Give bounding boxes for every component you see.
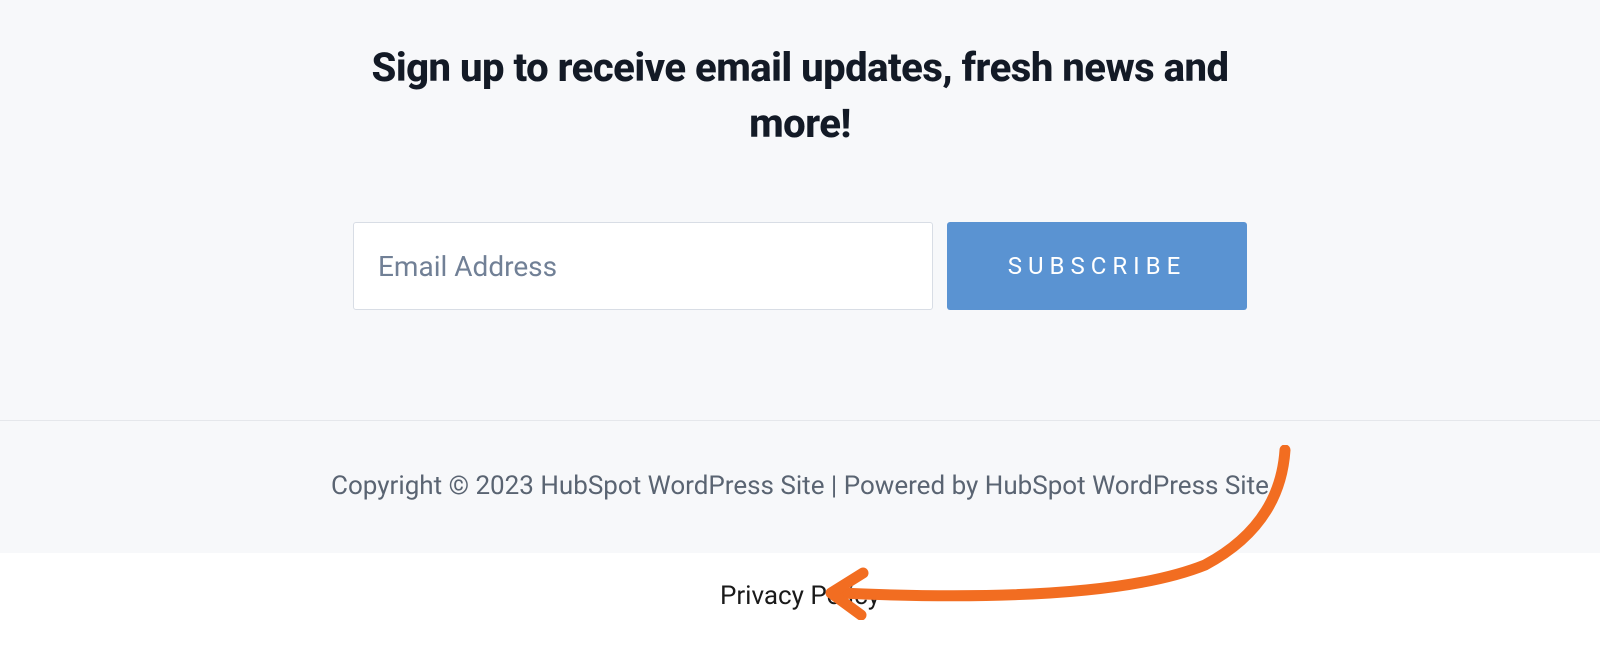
signup-section: Sign up to receive email updates, fresh … xyxy=(0,0,1600,421)
copyright-section: Copyright © 2023 HubSpot WordPress Site … xyxy=(0,421,1600,553)
signup-form: SUBSCRIBE xyxy=(0,222,1600,310)
privacy-section: Privacy Policy xyxy=(0,553,1600,639)
email-input[interactable] xyxy=(353,222,933,310)
privacy-policy-link[interactable]: Privacy Policy xyxy=(720,581,880,611)
subscribe-button[interactable]: SUBSCRIBE xyxy=(947,222,1247,310)
signup-heading: Sign up to receive email updates, fresh … xyxy=(350,40,1250,152)
copyright-text: Copyright © 2023 HubSpot WordPress Site … xyxy=(0,471,1600,501)
